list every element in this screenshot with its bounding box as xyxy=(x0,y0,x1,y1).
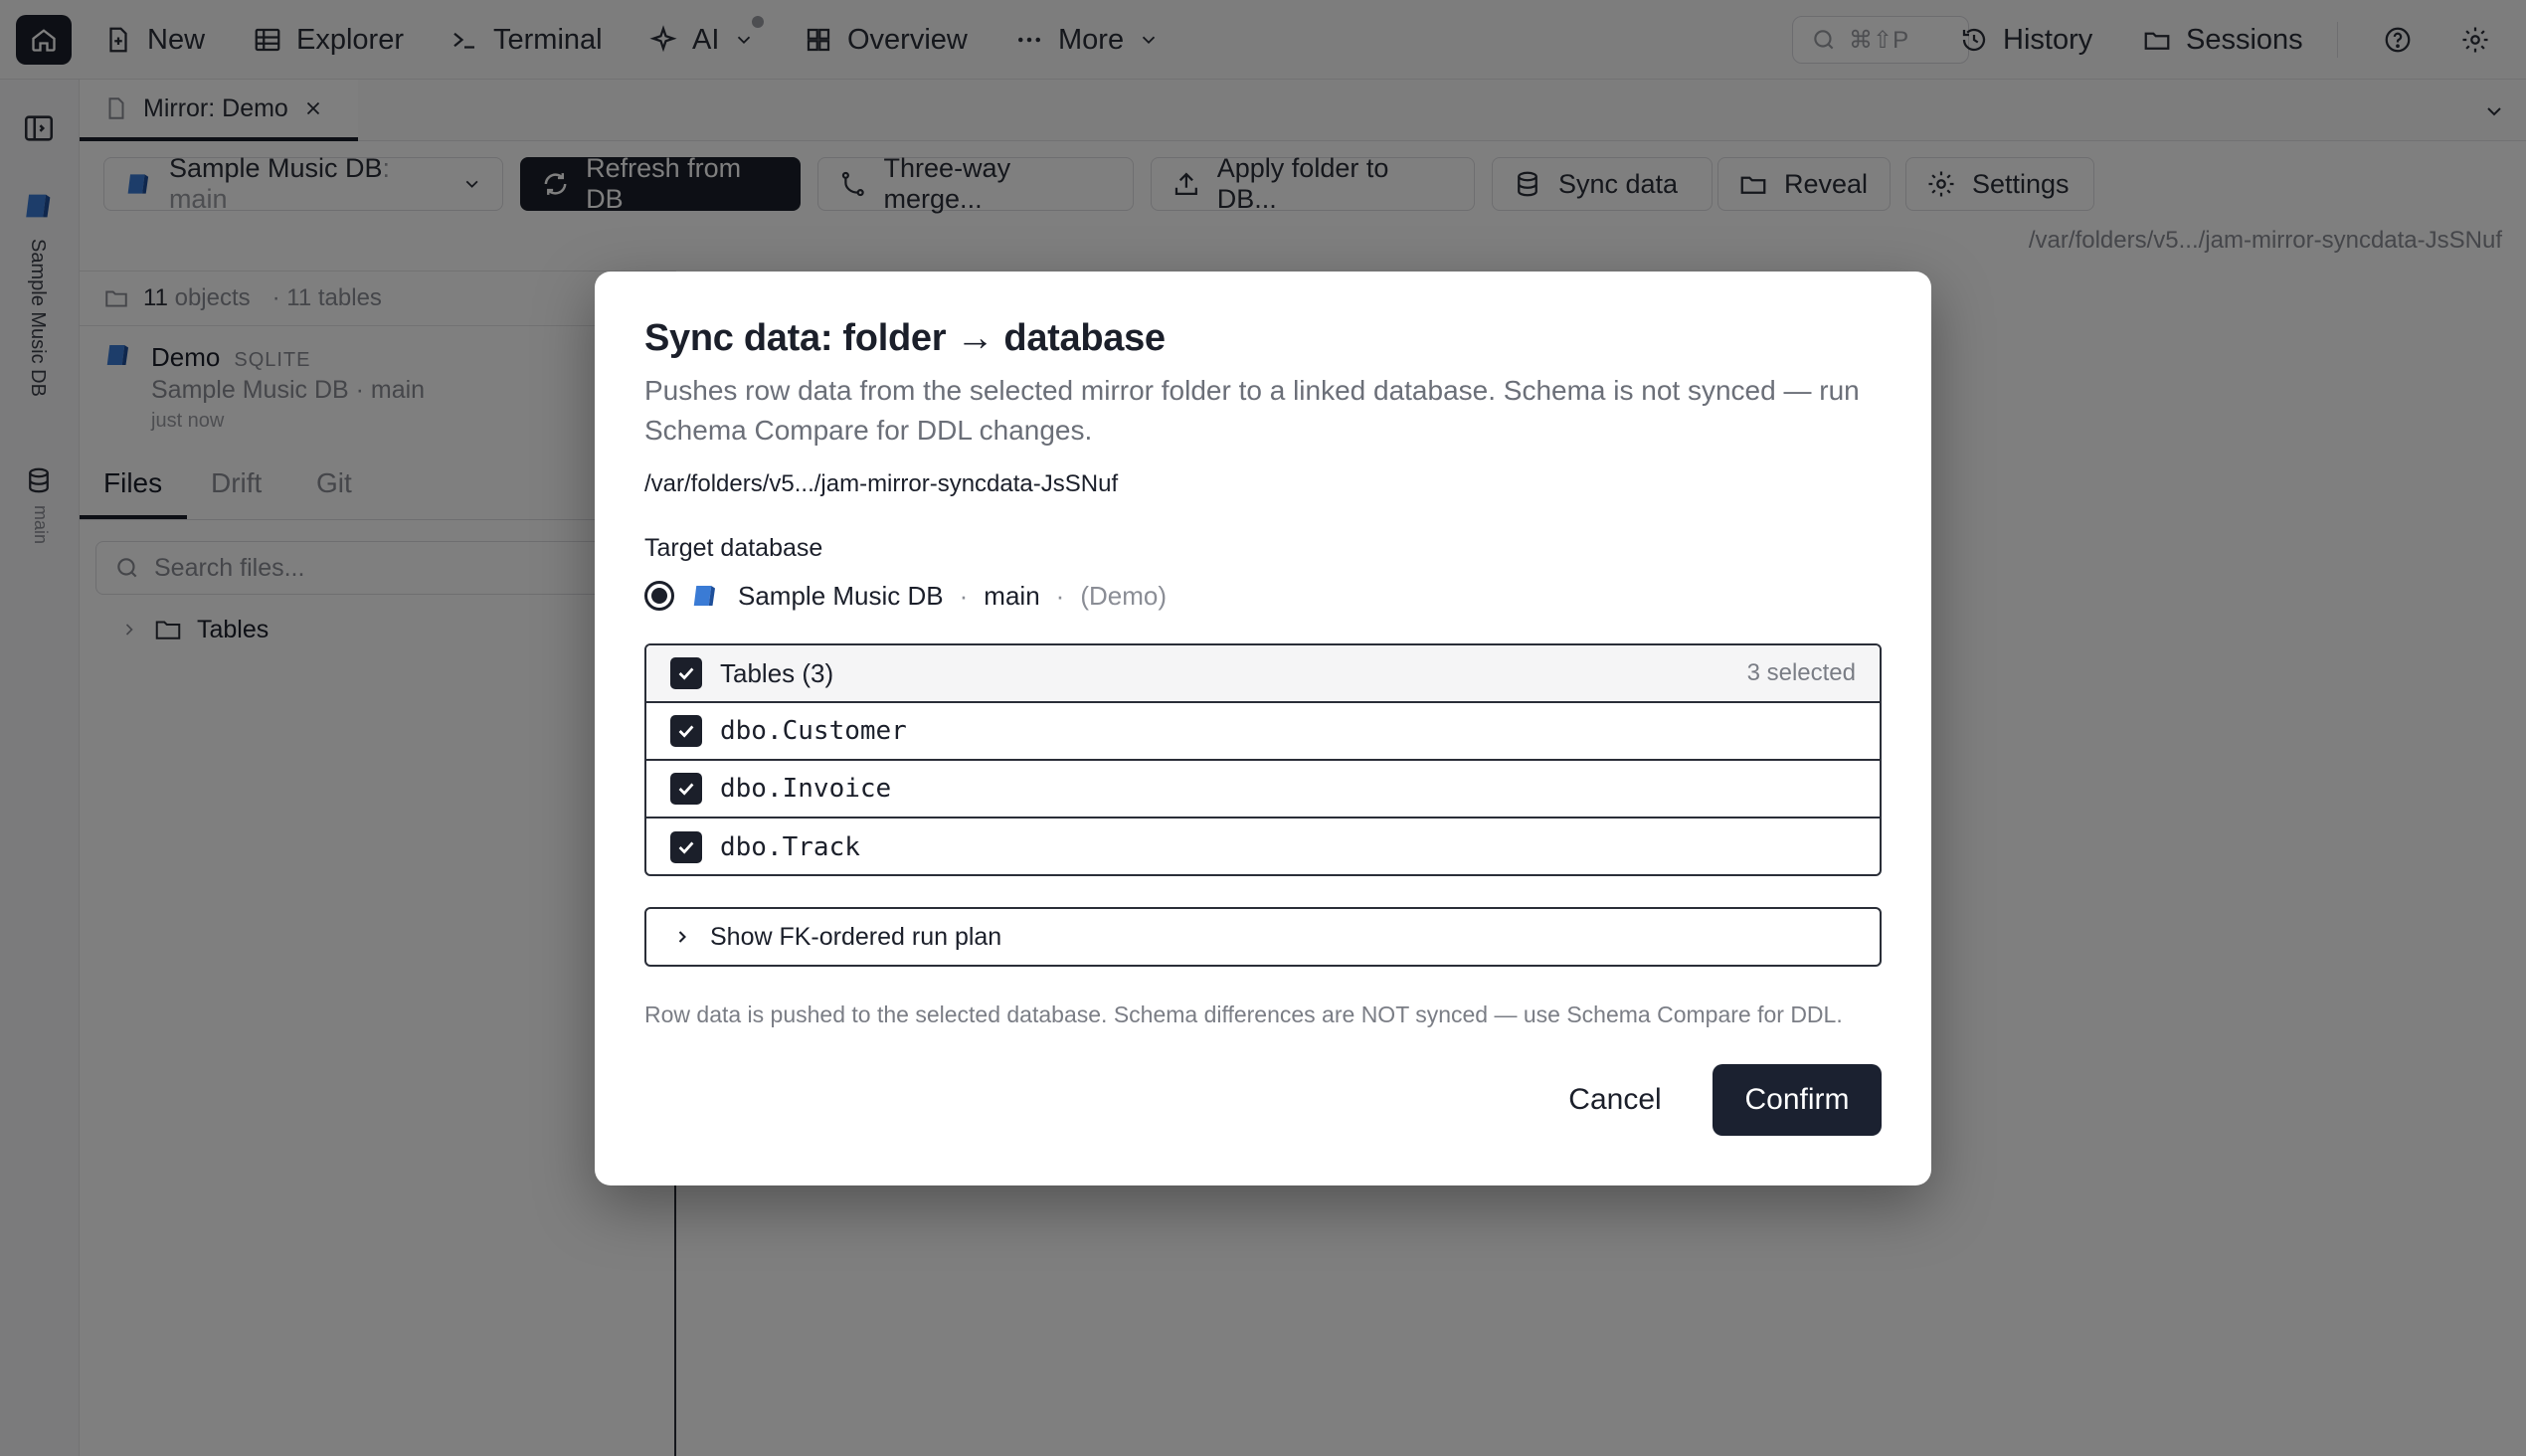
chevron-right-icon xyxy=(678,931,686,943)
target-db-branch: main xyxy=(984,580,1040,611)
check-icon xyxy=(678,841,694,854)
select-all-checkbox[interactable] xyxy=(670,657,702,689)
target-mirror-name: (Demo) xyxy=(1080,580,1167,611)
fk-run-plan-label: Show FK-ordered run plan xyxy=(710,922,1002,951)
cancel-button[interactable]: Cancel xyxy=(1557,1064,1673,1136)
database-book-icon xyxy=(693,586,715,606)
tables-selection-list: Tables (3) 3 selected dbo.Customer dbo.I… xyxy=(644,643,1882,876)
confirm-button[interactable]: Confirm xyxy=(1713,1064,1882,1136)
check-icon xyxy=(678,725,694,738)
table-row[interactable]: dbo.Track xyxy=(646,819,1880,874)
table-row[interactable]: dbo.Invoice xyxy=(646,761,1880,819)
target-db-name: Sample Music DB xyxy=(738,580,944,611)
table-name: dbo.Track xyxy=(720,832,860,862)
target-database-label: Target database xyxy=(644,534,823,562)
tables-header-row[interactable]: Tables (3) 3 selected xyxy=(646,645,1880,703)
dialog-footnote: Row data is pushed to the selected datab… xyxy=(644,1001,1843,1027)
selected-count: 3 selected xyxy=(1746,659,1856,686)
check-icon xyxy=(678,783,694,796)
sync-data-dialog: Sync data: folder → database Pushes row … xyxy=(595,272,1931,1185)
tables-header-label: Tables (3) xyxy=(720,657,834,688)
target-db-radio[interactable] xyxy=(644,581,674,611)
table-checkbox[interactable] xyxy=(670,773,702,805)
table-checkbox[interactable] xyxy=(670,715,702,747)
target-db-option[interactable]: Sample Music DB · main · (Demo) xyxy=(644,576,1167,616)
radio-selected-dot xyxy=(651,588,667,604)
table-name: dbo.Customer xyxy=(720,716,907,746)
fk-run-plan-toggle[interactable]: Show FK-ordered run plan xyxy=(644,907,1882,967)
target-separator: · xyxy=(959,580,969,611)
check-icon xyxy=(678,667,694,680)
table-checkbox[interactable] xyxy=(670,831,702,863)
dialog-description: Pushes row data from the selected mirror… xyxy=(644,375,1860,446)
dialog-title: Sync data: folder → database xyxy=(644,317,1166,359)
table-row[interactable]: dbo.Customer xyxy=(646,703,1880,761)
table-name: dbo.Invoice xyxy=(720,774,892,804)
target-separator: · xyxy=(1055,580,1065,611)
dialog-folder-path: /var/folders/v5.../jam-mirror-syncdata-J… xyxy=(644,470,1119,497)
